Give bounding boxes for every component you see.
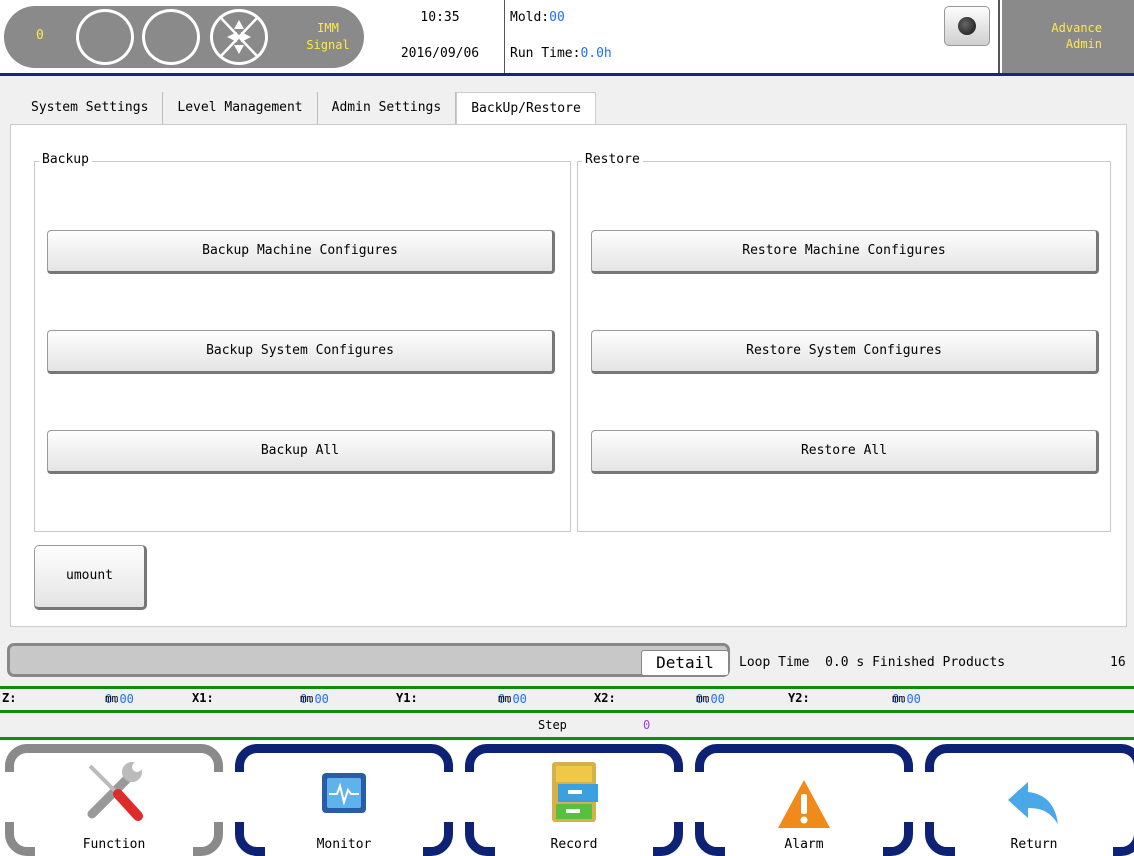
header-bar: 0 IMM Signal 10:35 2016/09/06 Mold:00 Ru… [0,0,1134,76]
axis-positions: Z: 0.00 mm X1: 0.00 mm Y1: 0.00 mm X2: 0… [0,690,1134,708]
signal-line-1: IMM [317,21,339,35]
nav-monitor[interactable]: Monitor [233,744,455,856]
loop-time-label: Loop Time [739,655,810,670]
divider [998,0,1000,73]
tab-backup-restore[interactable]: BackUp/Restore [456,92,596,125]
restore-system-configures-button[interactable]: Restore System Configures [591,330,1099,374]
nav-function-label: Function [82,837,146,852]
frame-gap [923,772,937,822]
nav-alarm-label: Alarm [784,837,824,852]
axis-name: X1: [192,691,214,705]
frame-gap [233,772,247,822]
backup-machine-configures-button[interactable]: Backup Machine Configures [47,230,555,274]
axis-unit: mm [498,692,512,705]
camera-icon [958,17,976,35]
restore-group: Restore Restore Machine Configures Resto… [577,152,1111,532]
clock: 10:35 [420,10,460,25]
tab-level-management[interactable]: Level Management [163,92,318,124]
detail-bar: Detail [7,643,730,677]
settings-tabs: System Settings Level Management Admin S… [17,92,596,125]
loop-time-info: Loop Time 0.0 s Finished Products [739,655,1005,670]
divider [504,0,505,73]
finished-products-value: 16 [1110,655,1126,670]
status-line [0,737,1134,740]
backup-all-button[interactable]: Backup All [47,430,555,474]
axis-unit: mm [892,692,906,705]
run-time-info: Run Time:0.0h [510,46,612,61]
backup-group: Backup Backup Machine Configures Backup … [34,152,571,532]
step-value: 0 [643,718,651,732]
axis-name: X2: [594,691,616,705]
mold-value: 00 [549,10,565,25]
status-circle-2 [142,9,200,65]
axis-unit: mm [696,692,710,705]
step-label: Step [538,718,567,732]
signal-line-2: Signal [306,38,350,52]
run-time-label: Run Time: [510,46,581,61]
warning-icon [778,780,830,828]
run-time-value: 0.0h [580,46,612,61]
status-line [0,686,1134,689]
axis-name: Y1: [396,691,418,705]
nav-return-label: Return [1010,837,1058,852]
restore-all-button[interactable]: Restore All [591,430,1099,474]
frame-gap [211,772,225,822]
frame-gap [901,772,915,822]
user-level-line-1: Advance [1051,21,1102,35]
tab-admin-settings[interactable]: Admin Settings [317,92,457,124]
axis-name: Z: [2,691,17,705]
wrench-screwdriver-icon [87,762,143,821]
nav-return[interactable]: Return [923,744,1134,856]
umount-button[interactable]: umount [34,545,147,610]
restore-group-title: Restore [582,152,643,167]
axis-unit: mm [300,692,314,705]
imm-signal-label: IMM Signal [298,20,358,54]
return-arrow-icon [1008,782,1058,824]
count-value: 0 [36,28,44,43]
nav-function[interactable]: Function [3,744,225,856]
disconnected-signal-icon [210,9,268,65]
camera-button[interactable] [944,6,990,46]
status-pill: 0 IMM Signal [4,6,364,68]
frame-gap [693,772,707,822]
axis-name: Y2: [788,691,810,705]
status-circle-1 [76,9,134,65]
finished-products-label: Finished Products [872,655,1006,670]
nav-record[interactable]: Record [463,744,685,856]
mold-label: Mold: [510,10,550,25]
nav-record-label: Record [550,837,598,852]
backup-restore-panel: Backup Backup Machine Configures Backup … [10,124,1127,627]
frame-gap [3,772,17,822]
frame-gap [441,772,455,822]
loop-time-value: 0.0 s [825,655,865,670]
monitor-icon [322,773,366,813]
file-cabinet-icon [552,762,598,822]
backup-system-configures-button[interactable]: Backup System Configures [47,330,555,374]
nav-alarm[interactable]: Alarm [693,744,915,856]
user-level-button[interactable]: Advance Admin [1002,0,1134,73]
mold-info: Mold:00 [510,10,565,25]
step-row: Step 0 [0,715,1134,737]
frame-gap [463,772,477,822]
detail-button[interactable]: Detail [641,650,729,676]
date: 2016/09/06 [400,46,480,61]
backup-group-title: Backup [39,152,92,167]
frame-gap [671,772,685,822]
bottom-nav: Function Monitor Record Alarm Return [0,741,1134,856]
user-level-line-2: Admin [1065,37,1102,51]
axis-unit: mm [105,692,119,705]
status-line [0,710,1134,713]
tab-system-settings[interactable]: System Settings [17,92,164,124]
nav-monitor-label: Monitor [316,837,372,852]
restore-machine-configures-button[interactable]: Restore Machine Configures [591,230,1099,274]
